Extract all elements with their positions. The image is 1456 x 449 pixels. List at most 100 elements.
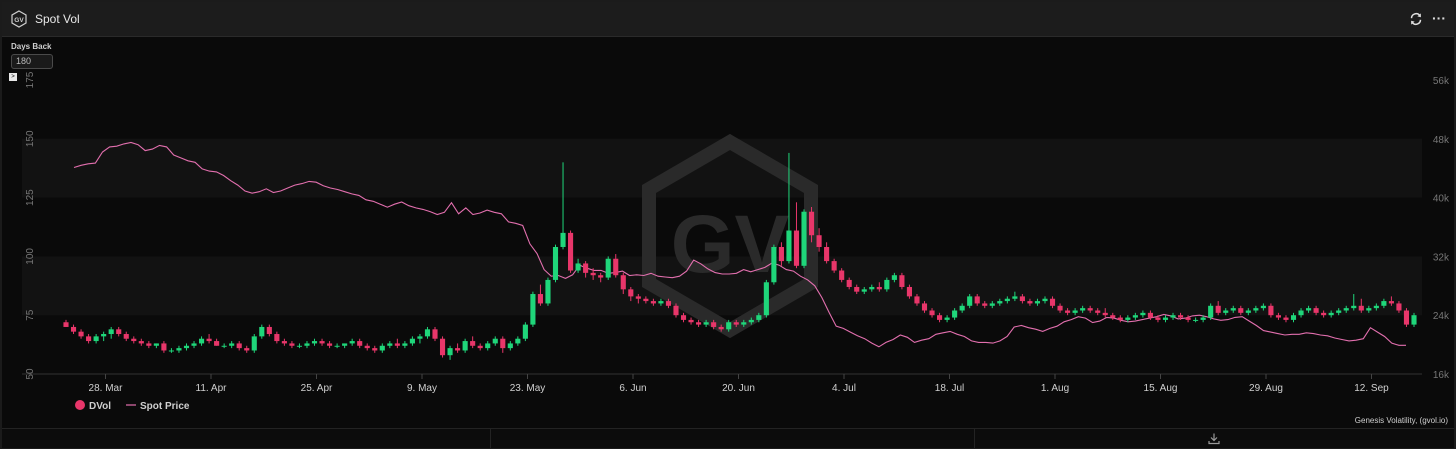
candle-body (131, 338, 137, 342)
candle-up (311, 338, 318, 346)
candle-body (1373, 305, 1379, 309)
candle-body (673, 305, 679, 316)
candle-body (854, 286, 860, 292)
candle-body (1238, 308, 1244, 313)
candle-down (899, 272, 905, 290)
candle-body (1095, 310, 1101, 313)
candle-body (1177, 315, 1184, 318)
candle-body (78, 331, 84, 337)
candle-body (515, 338, 521, 344)
y-axis-left: 50 75 100 125 150 175 (25, 71, 36, 379)
candle-up (259, 324, 265, 339)
candle-body (1042, 298, 1048, 302)
candle-body (552, 246, 559, 280)
candle-body (206, 338, 212, 342)
candle-up (251, 334, 257, 353)
legend[interactable]: DVol Spot Price (75, 400, 190, 412)
candle-body (1034, 301, 1041, 304)
candle-body (1381, 301, 1387, 306)
candle-body (116, 329, 122, 335)
candle-body (477, 345, 483, 349)
candle-up (342, 343, 348, 349)
candle-body (168, 350, 174, 352)
candle-up (191, 341, 197, 349)
candle-body (138, 341, 144, 344)
candle-body (214, 341, 220, 346)
y-right-tick-label: 24k (1433, 311, 1450, 322)
candle-body (1132, 315, 1138, 318)
candle-body (921, 303, 928, 311)
candle-down (470, 336, 476, 349)
candle-body (680, 315, 687, 320)
candle-body (432, 329, 438, 339)
candle-up (552, 244, 559, 283)
candle-body (153, 343, 159, 346)
candle-up (296, 343, 303, 349)
candle-body (711, 322, 717, 327)
candle-up (801, 209, 807, 269)
candle-body (703, 322, 709, 325)
candle-down (500, 336, 506, 353)
legend-spot-label[interactable]: Spot Price (140, 401, 190, 412)
candle-body (259, 326, 265, 337)
candle-body (507, 343, 513, 349)
candle-body (1200, 317, 1206, 320)
candle-body (1140, 312, 1146, 316)
candle-down (131, 336, 137, 344)
candle-up (417, 334, 423, 344)
download-icon[interactable] (1207, 432, 1221, 445)
candle-up (176, 345, 182, 353)
candle-body (1396, 303, 1402, 311)
candle-down (688, 317, 694, 325)
candle-body (763, 282, 769, 316)
candle-down (394, 338, 400, 349)
candle-up (108, 326, 114, 339)
legend-dvol-label[interactable]: DVol (89, 401, 111, 412)
candle-body (1328, 312, 1334, 316)
bar-divider (974, 429, 975, 448)
y-left-tick-label: 100 (25, 248, 36, 265)
candle-down (146, 341, 152, 349)
candle-body (635, 296, 641, 299)
candle-body (266, 326, 272, 335)
candle-body (545, 279, 551, 304)
candle-down (70, 324, 77, 335)
candle-body (161, 343, 167, 351)
candle-body (906, 286, 913, 297)
x-tick-label: 6. Jun (619, 383, 646, 394)
candle-body (1223, 310, 1229, 313)
candle-body (530, 294, 536, 325)
bar-divider (490, 429, 491, 448)
candle-body (455, 348, 461, 351)
candle-body (108, 329, 114, 335)
x-tick-label: 18. Jul (935, 383, 964, 394)
candle-body (1057, 305, 1063, 311)
candle-body (327, 343, 333, 346)
candle-body (1155, 317, 1161, 320)
candle-body (1162, 317, 1169, 320)
candle-down (161, 341, 167, 353)
candle-up (334, 343, 340, 349)
candle-up (387, 341, 393, 349)
candle-down (432, 326, 438, 342)
candle-body (462, 341, 468, 351)
candle-down (477, 343, 483, 351)
candle-body (876, 286, 882, 290)
candle-body (394, 343, 400, 346)
y-left-tick-label: 125 (25, 189, 36, 206)
candle-body (891, 275, 897, 280)
x-tick-label: 12. Sep (1354, 383, 1389, 394)
candle-up (153, 343, 159, 349)
x-tick-label: 15. Aug (1144, 383, 1178, 394)
y-left-tick-label: 50 (25, 368, 36, 380)
candle-body (688, 319, 694, 323)
bottom-bar (2, 428, 1454, 448)
candle-body (959, 305, 965, 311)
x-tick-label: 20. Jun (722, 383, 755, 394)
candle-body (583, 263, 589, 273)
candle-body (997, 301, 1003, 304)
candle-down (281, 338, 287, 346)
candle-down (567, 230, 574, 273)
candle-down (214, 338, 220, 346)
candle-body (982, 303, 988, 306)
